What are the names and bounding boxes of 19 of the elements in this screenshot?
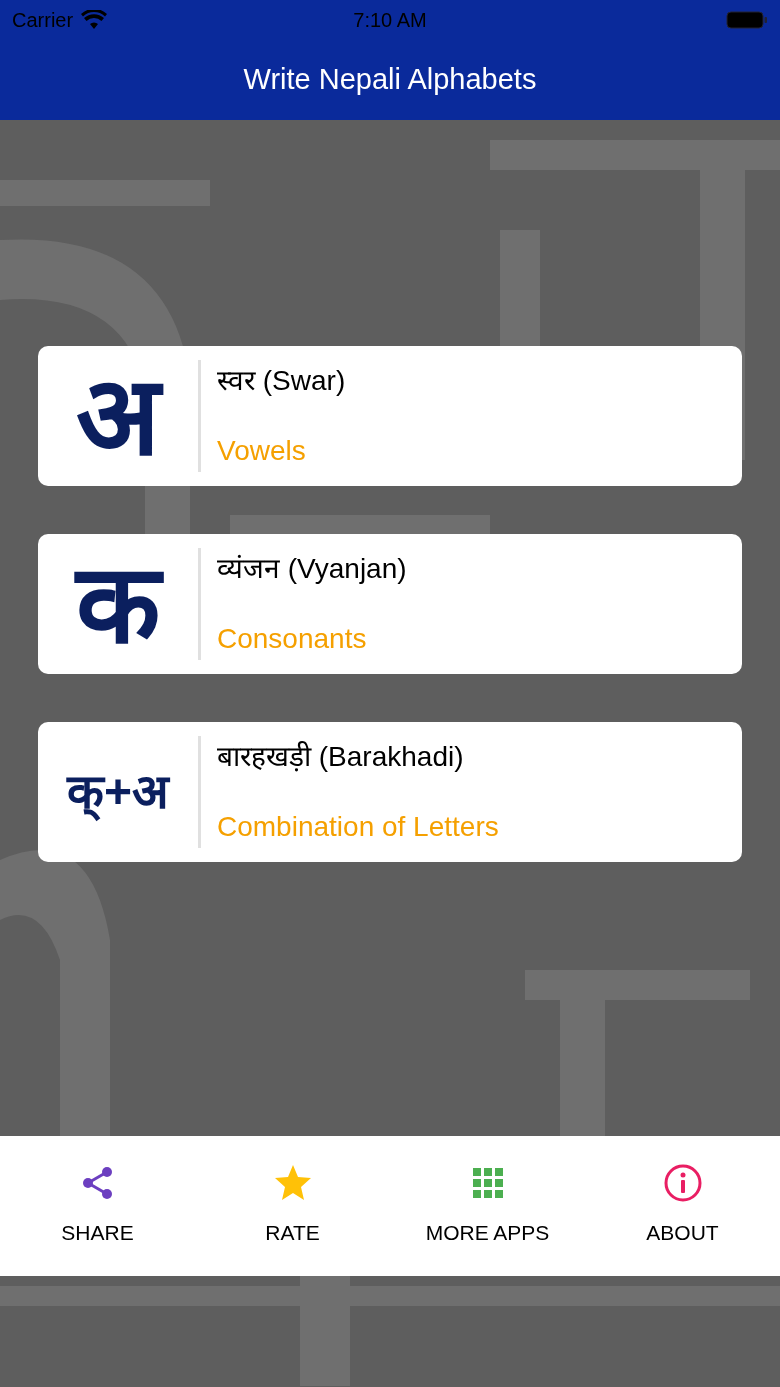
menu-card[interactable]: क व्यंजन (Vyanjan) Consonants (38, 534, 742, 674)
card-subtitle: Vowels (217, 434, 307, 468)
card-subtitle: Consonants (217, 622, 368, 656)
card-subtitle: Combination of Letters (217, 810, 499, 844)
menu-card[interactable]: अ स्वर (Swar) Vowels (38, 346, 742, 486)
toolbar-button[interactable]: RATE (195, 1136, 390, 1276)
battery-icon (726, 10, 768, 30)
toolbar-button[interactable]: MORE APPS (390, 1136, 585, 1276)
card-title: स्वर (Swar) (217, 364, 346, 398)
nav-title: Write Nepali Alphabets (243, 62, 537, 98)
menu-card[interactable]: क्+अ बारहखड़ी (Barakhadi) Combination of Letters (38, 722, 742, 862)
toolbar-button[interactable]: SHARE (0, 1136, 195, 1276)
wifi-icon (81, 10, 108, 30)
letter-logo: क्+अ (67, 764, 169, 820)
card-title: बारहखड़ी (Barakhadi) (217, 740, 465, 774)
carrier-label: Carrier (12, 8, 74, 33)
toolbar-button[interactable]: ABOUT (585, 1136, 780, 1276)
status-time: 7:10 AM (353, 8, 427, 33)
card-title: व्यंजन (Vyanjan) (217, 552, 407, 586)
